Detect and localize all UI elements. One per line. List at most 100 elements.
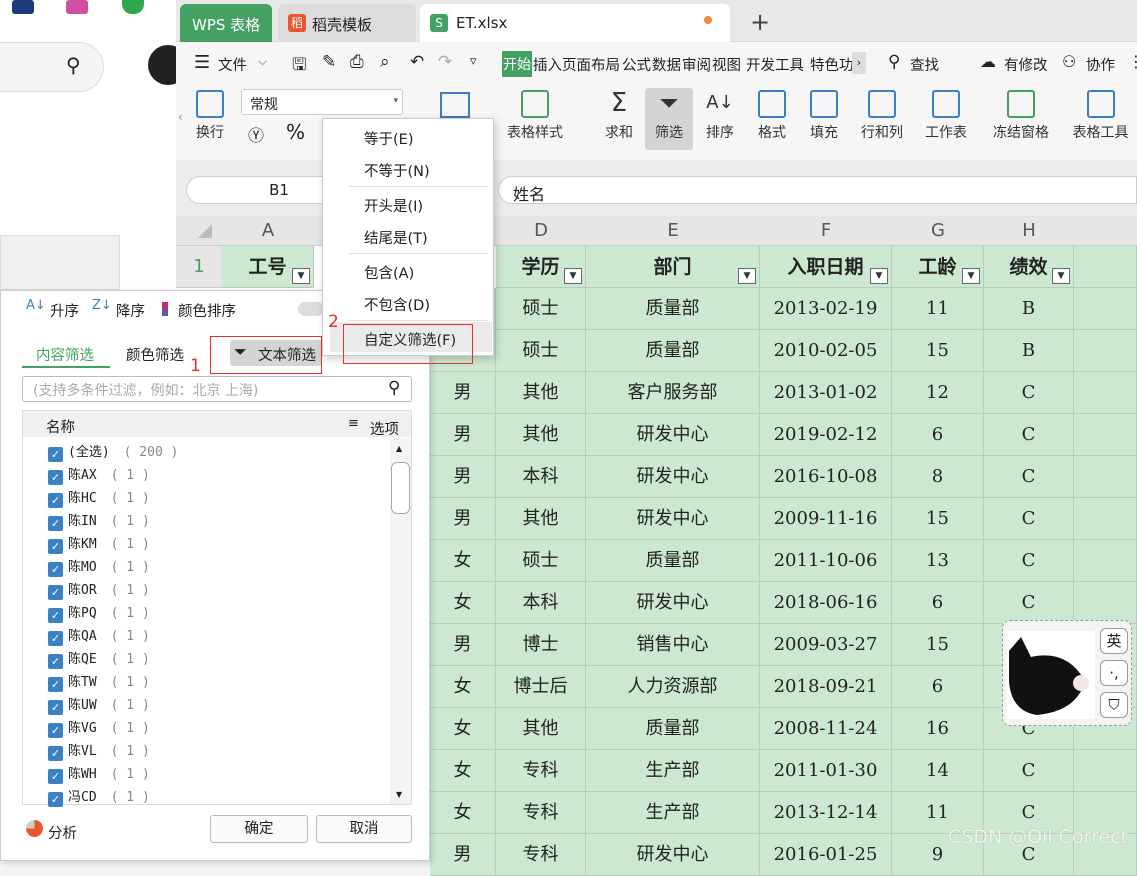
- percent-button[interactable]: %: [286, 120, 305, 144]
- menu-item-not-equals[interactable]: 不等于(N): [364, 160, 430, 181]
- filter-list-item[interactable]: ✓ 陈OR ( 1 ): [48, 579, 150, 600]
- table-cell[interactable]: 质量部: [586, 708, 760, 750]
- table-cell[interactable]: 客户服务部: [586, 372, 760, 414]
- table-cell[interactable]: 15: [892, 498, 984, 540]
- table-cell[interactable]: 研发中心: [586, 582, 760, 624]
- ribbon-scroll-left-icon[interactable]: ‹: [178, 110, 183, 124]
- save-icon[interactable]: 🖫: [292, 52, 306, 81]
- table-cell[interactable]: 质量部: [586, 288, 760, 330]
- tab-wps[interactable]: WPS 表格: [180, 4, 272, 42]
- col-header-e[interactable]: E: [586, 220, 760, 241]
- table-cell[interactable]: 质量部: [586, 330, 760, 372]
- filter-list-item[interactable]: ✓ 陈VG ( 1 ): [48, 717, 150, 738]
- checkbox-checked-icon[interactable]: ✓: [48, 447, 63, 462]
- filter-dropdown-icon[interactable]: ▼: [870, 268, 888, 284]
- checkbox-checked-icon[interactable]: ✓: [48, 539, 63, 554]
- table-cell[interactable]: [1074, 288, 1137, 330]
- freeze-button[interactable]: 冻结窗格: [984, 90, 1058, 142]
- col-header-d[interactable]: D: [496, 220, 586, 241]
- table-cell[interactable]: [1074, 750, 1137, 792]
- col-header-g[interactable]: G: [892, 220, 984, 241]
- checkbox-checked-icon[interactable]: ✓: [48, 562, 63, 577]
- hamburger-icon[interactable]: ☰: [194, 52, 210, 73]
- tab-content-filter[interactable]: 内容筛选: [36, 344, 94, 365]
- more-menu-icon[interactable]: ⋮: [1128, 52, 1137, 71]
- table-cell[interactable]: 研发中心: [586, 414, 760, 456]
- tab-et-xlsx[interactable]: S ET.xlsx: [420, 4, 730, 42]
- header-cell-empty[interactable]: [1074, 246, 1137, 288]
- sum-button[interactable]: Σ 求和: [596, 90, 642, 142]
- search-icon[interactable]: ⚲: [388, 378, 400, 398]
- filter-list-item[interactable]: ✓ 陈VL ( 1 ): [48, 740, 150, 761]
- table-cell[interactable]: 2013-02-19: [760, 288, 892, 330]
- table-cell[interactable]: 2013-12-14: [760, 792, 892, 834]
- table-cell[interactable]: 质量部: [586, 540, 760, 582]
- table-cell[interactable]: [1074, 498, 1137, 540]
- checkbox-checked-icon[interactable]: ✓: [48, 677, 63, 692]
- table-cell[interactable]: 硕士: [496, 330, 586, 372]
- table-cell[interactable]: 博士: [496, 624, 586, 666]
- menu-search[interactable]: 查找: [910, 54, 939, 75]
- table-cell[interactable]: C: [984, 498, 1074, 540]
- table-cell[interactable]: [1074, 540, 1137, 582]
- ime-skin-icon[interactable]: ⛉: [1100, 692, 1128, 718]
- header-cell-hire-date[interactable]: 入职日期 ▼: [760, 246, 892, 288]
- table-cell[interactable]: 12: [892, 372, 984, 414]
- table-cell[interactable]: 男: [430, 372, 496, 414]
- table-cell[interactable]: 2011-10-06: [760, 540, 892, 582]
- menu-scroll-right-icon[interactable]: ›: [852, 52, 866, 74]
- checkbox-checked-icon[interactable]: ✓: [48, 700, 63, 715]
- table-cell[interactable]: 2016-10-08: [760, 456, 892, 498]
- new-tab-icon[interactable]: +: [750, 8, 770, 36]
- table-cell[interactable]: C: [984, 456, 1074, 498]
- ime-lang-button[interactable]: 英: [1100, 628, 1128, 654]
- filter-list-item[interactable]: ✓ 陈UW ( 1 ): [48, 694, 150, 715]
- table-cell[interactable]: 2009-03-27: [760, 624, 892, 666]
- table-cell[interactable]: 男: [430, 498, 496, 540]
- menu-start[interactable]: 开始: [502, 51, 532, 77]
- conditional-format-icon[interactable]: [440, 92, 470, 118]
- filter-list-item[interactable]: ✓ 陈AX ( 1 ): [48, 464, 150, 485]
- filter-list-item[interactable]: ✓ 冯CD ( 1 ): [48, 786, 150, 807]
- list-scrollbar-thumb[interactable]: [391, 462, 410, 514]
- menu-item-equals[interactable]: 等于(E): [364, 128, 413, 149]
- analyze-button[interactable]: 分析: [48, 822, 77, 843]
- table-cell[interactable]: 专科: [496, 834, 586, 876]
- table-cell[interactable]: 专科: [496, 792, 586, 834]
- filter-dropdown-icon[interactable]: ▼: [564, 268, 582, 284]
- table-cell[interactable]: C: [984, 372, 1074, 414]
- table-cell[interactable]: 2018-06-16: [760, 582, 892, 624]
- table-cell[interactable]: 2008-11-24: [760, 708, 892, 750]
- checkbox-checked-icon[interactable]: ✓: [48, 792, 63, 807]
- collab-button[interactable]: 协作: [1086, 54, 1115, 75]
- table-cell[interactable]: 15: [892, 330, 984, 372]
- table-cell[interactable]: 6: [892, 666, 984, 708]
- table-cell[interactable]: 8: [892, 456, 984, 498]
- currency-icon[interactable]: Ⓨ: [248, 122, 264, 146]
- checkbox-checked-icon[interactable]: ✓: [48, 631, 63, 646]
- table-cell[interactable]: 硕士: [496, 540, 586, 582]
- table-cell[interactable]: 2019-02-12: [760, 414, 892, 456]
- table-cell[interactable]: C: [984, 750, 1074, 792]
- table-cell[interactable]: 6: [892, 414, 984, 456]
- sort-asc-button[interactable]: 升序: [50, 300, 79, 321]
- changes-status[interactable]: 有修改: [1004, 54, 1048, 75]
- col-header-f[interactable]: F: [760, 220, 892, 241]
- table-cell[interactable]: 2013-01-02: [760, 372, 892, 414]
- menu-insert[interactable]: 插入: [533, 54, 562, 75]
- table-cell[interactable]: 人力资源部: [586, 666, 760, 708]
- table-cell[interactable]: 其他: [496, 498, 586, 540]
- redo-icon[interactable]: ↷: [438, 52, 452, 72]
- table-cell[interactable]: 女: [430, 582, 496, 624]
- browser-search-box[interactable]: ⚲: [0, 42, 104, 92]
- table-cell[interactable]: 13: [892, 540, 984, 582]
- filter-button[interactable]: ⏷ 筛选: [645, 88, 693, 150]
- toggle-switch[interactable]: [298, 302, 324, 316]
- filter-list-item[interactable]: ✓ 陈QA ( 1 ): [48, 625, 150, 646]
- filter-list-item[interactable]: ✓ 陈QE ( 1 ): [48, 648, 150, 669]
- menu-page-layout[interactable]: 页面布局: [562, 54, 620, 75]
- menu-formula[interactable]: 公式: [622, 54, 651, 75]
- scroll-down-icon[interactable]: ▼: [396, 790, 402, 799]
- filter-dropdown-icon[interactable]: ▼: [738, 268, 756, 284]
- header-cell-id[interactable]: 工号 ▼: [222, 246, 314, 288]
